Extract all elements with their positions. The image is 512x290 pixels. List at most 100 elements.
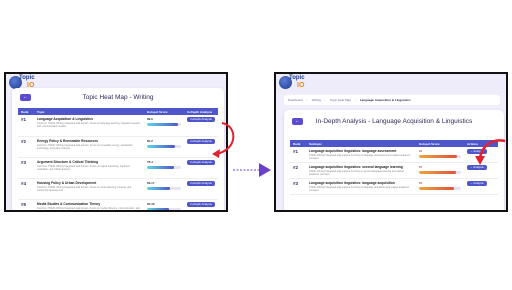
analysis-button[interactable]: → Analysis — [467, 181, 487, 187]
breadcrumb-writing[interactable]: Writing — [312, 98, 321, 102]
topic-description: TOEFL Writing Integrated task practice f… — [309, 154, 411, 160]
topic-heat-map-screenshot: Topic IO ← Topic Heat Map - Writing Rank… — [4, 72, 228, 212]
row-score: 78.4 — [144, 157, 184, 179]
analysis-button[interactable]: In-Depth Analysis — [187, 180, 215, 186]
hotspot-score: 91 — [419, 149, 423, 153]
table-row: #1 Language Acquisition & Linguistics Comm… — [18, 115, 218, 137]
hotspot-score: 69.17 — [147, 180, 155, 185]
topic-name: Housing Policy & Urban Development — [37, 180, 97, 185]
row-rank: #1 — [290, 147, 306, 163]
analysis-button[interactable]: In-Depth Analysis — [187, 117, 215, 123]
topic-name: Media Studies & Communication Theory — [37, 201, 101, 206]
breadcrumb-dashboard[interactable]: Dashboard — [288, 98, 303, 102]
row-topic: Media Studies & Communication Theory Comm… — [34, 199, 144, 212]
topic-description: TOEFL Writing Integrated task practice f… — [309, 170, 404, 176]
analysis-button[interactable]: In-Depth Analysis — [187, 138, 215, 144]
row-rank: #5 — [18, 199, 34, 210]
row-topic: Housing Policy & Urban Development Common… — [34, 178, 144, 200]
logo-suffix: IO — [297, 82, 305, 89]
rank-label: #2 — [21, 138, 27, 144]
row-score: 65.36 — [144, 199, 184, 210]
app-logo: Topic IO — [279, 74, 313, 93]
transition-arrow-icon — [233, 163, 271, 177]
row-score: 84 — [416, 178, 464, 195]
table-header-row: Rank Topic Hotspot Score In-Depth Analys… — [18, 108, 218, 115]
score-bar-fill — [419, 171, 456, 174]
row-action: In-Depth Analysis — [184, 157, 218, 179]
rank-label: #3 — [21, 159, 27, 165]
row-topic: Language acquisition linguistics: langua… — [306, 147, 416, 163]
row-action: → Analysis — [464, 178, 498, 195]
row-topic: Language Acquisition & Linguistics Common… — [34, 115, 144, 137]
row-action: In-Depth Analysis — [184, 178, 218, 200]
analysis-button[interactable]: → Analysis — [467, 149, 487, 155]
rank-label: #5 — [21, 201, 27, 207]
topic-description: TOEFL Writing Integrated task practice f… — [309, 186, 410, 192]
row-score: 87 — [416, 162, 464, 179]
score-bar — [147, 123, 181, 126]
topic-description: Common: TOEFL Writing Integrated task do… — [37, 164, 130, 171]
score-bar-fill — [147, 144, 175, 148]
row-topic: Energy Policy & Renewable Resources Commo… — [34, 136, 144, 158]
topic-name: Language Acquisition & Linguistics — [37, 117, 93, 121]
analysis-button[interactable]: In-Depth Analysis — [187, 159, 215, 165]
score-bar-fill — [147, 123, 178, 126]
topic-name: Language acquisition linguistics: langua… — [309, 149, 397, 153]
column-header-score: Hotspot Score — [144, 108, 184, 115]
analysis-button[interactable]: In-Depth Analysis — [187, 201, 215, 207]
table-row: #3 Argument Structure & Critical Thinking… — [18, 157, 218, 179]
top-bar: Topic IO — [276, 74, 506, 93]
score-bar-fill — [419, 187, 455, 190]
score-bar — [147, 207, 181, 210]
logo-brand: Topic — [19, 75, 35, 81]
hotspot-score: 89.6 — [147, 117, 153, 121]
hotspot-score: 78.4 — [147, 159, 153, 164]
topic-description: Common: TOEFL Writing Integrated task do… — [37, 206, 140, 212]
in-depth-analysis-screenshot: Topic IO Dashboard › Writing › Topic Hea… — [274, 72, 508, 212]
table-header-row: Rank Subtopic Hotspot Score Actions — [290, 140, 498, 147]
column-header-actions: Actions — [464, 140, 498, 147]
row-rank: #4 — [18, 178, 34, 200]
row-rank: #3 — [290, 178, 306, 195]
hotspot-score: 65.36 — [147, 201, 155, 206]
row-action: In-Depth Analysis — [184, 136, 218, 158]
row-action: → Analysis — [464, 162, 498, 179]
row-action: → Analysis — [464, 147, 498, 163]
subtopic-table: Rank Subtopic Hotspot Score Actions #1 La… — [290, 140, 498, 195]
score-bar-fill — [419, 155, 458, 158]
score-bar-fill — [147, 186, 171, 190]
row-score: 91 — [416, 147, 464, 163]
rank-label: #4 — [21, 180, 27, 186]
row-topic: Argument Structure & Critical Thinking Co… — [34, 157, 144, 179]
logo-brand: Topic — [289, 75, 305, 81]
column-header-rank: Rank — [18, 108, 34, 115]
topic-description: Common: TOEFL Writing Integrated task do… — [37, 122, 141, 128]
row-action: In-Depth Analysis — [184, 115, 218, 137]
row-score: 69.17 — [144, 178, 184, 200]
score-bar — [419, 187, 461, 190]
column-header-score: Hotspot Score — [416, 140, 464, 147]
topic-description: Common: TOEFL Writing Integrated task do… — [37, 143, 133, 150]
score-bar — [147, 165, 181, 169]
rank-label: #3 — [293, 181, 299, 186]
analysis-card: ← In-Depth Analysis - Language Acquisiti… — [284, 110, 504, 210]
row-action: In-Depth Analysis — [184, 199, 218, 210]
score-bar — [419, 155, 461, 158]
column-header-rank: Rank — [290, 140, 306, 147]
breadcrumb-heat-map[interactable]: Topic Heat Map — [330, 98, 351, 102]
table-row: #3 Language acquisition linguistics: lang… — [290, 178, 498, 195]
row-score: 89.6 — [144, 115, 184, 137]
hotspot-score: 84 — [419, 181, 423, 185]
row-score: 82.2 — [144, 136, 184, 158]
chevron-right-icon: › — [306, 98, 308, 102]
hotspot-score: 87 — [419, 165, 423, 169]
topic-name: Argument Structure & Critical Thinking — [37, 159, 99, 164]
topic-name: Language acquisition linguistics: langua… — [309, 181, 395, 185]
rank-label: #1 — [293, 149, 299, 154]
topic-description: Common: TOEFL Writing Integrated task do… — [37, 185, 132, 192]
table-row: #2 Language acquisition linguistics: seco… — [290, 162, 498, 179]
topic-name: Energy Policy & Renewable Resources — [37, 138, 99, 143]
analysis-button[interactable]: → Analysis — [467, 165, 487, 171]
topic-table: Rank Topic Hotspot Score In-Depth Analys… — [18, 108, 218, 212]
topic-name: Language acquisition linguistics: second… — [309, 165, 403, 169]
